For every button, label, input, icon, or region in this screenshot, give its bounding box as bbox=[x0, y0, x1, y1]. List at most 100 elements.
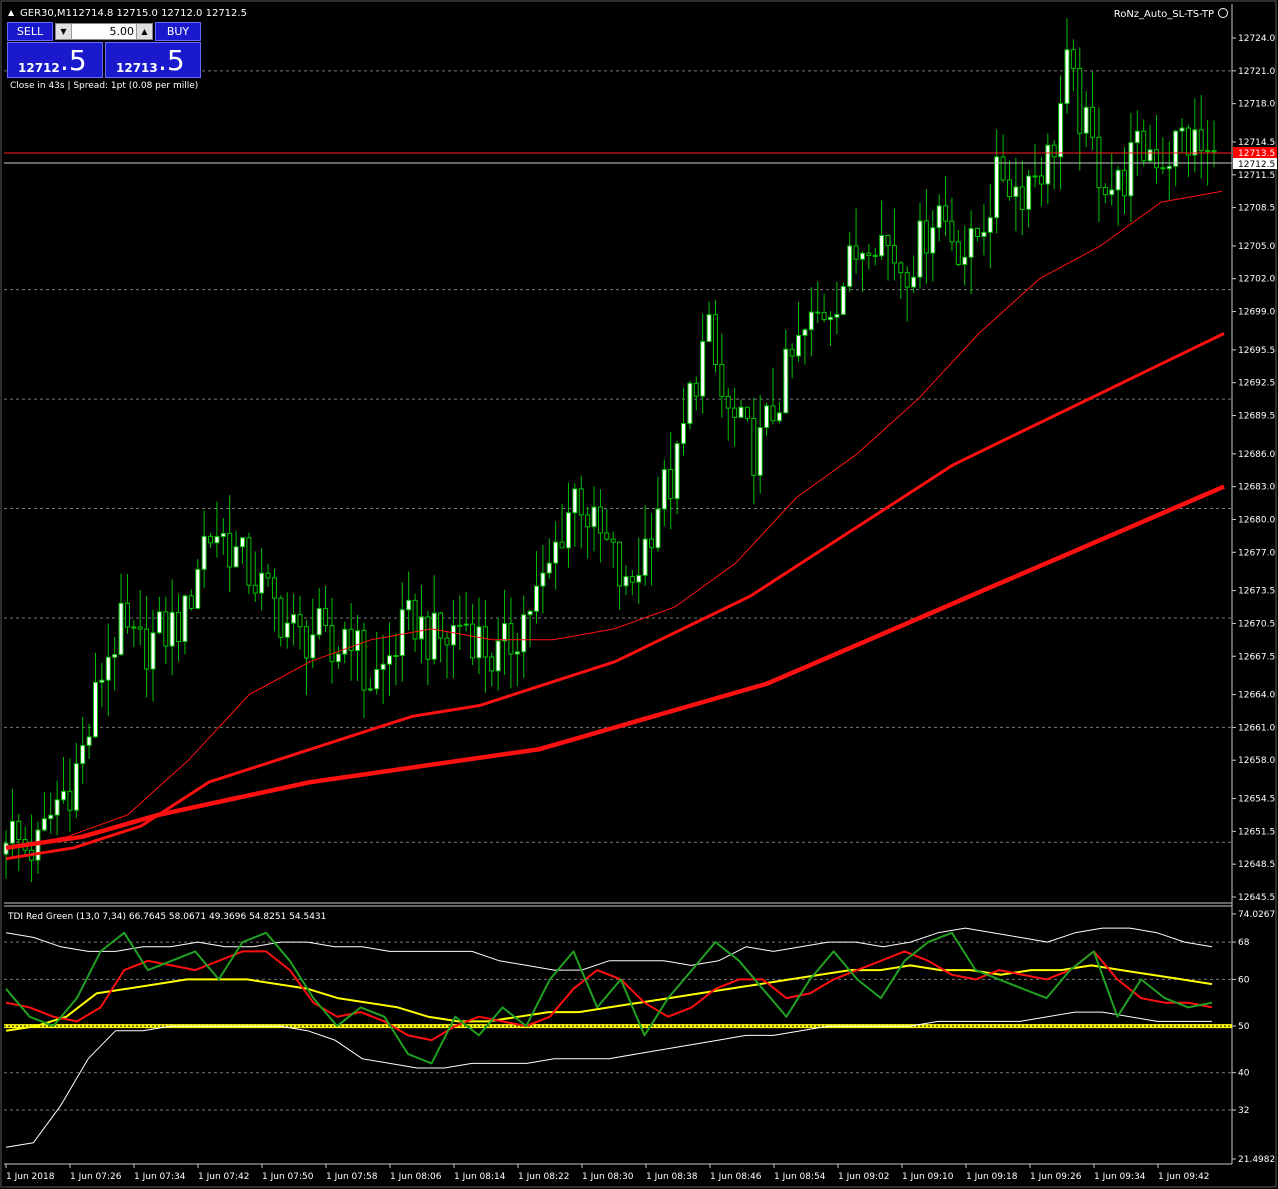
header-arrow-icon[interactable]: ▲ bbox=[8, 8, 15, 17]
candle-body bbox=[412, 599, 418, 640]
lot-decrease-icon[interactable]: ▼ bbox=[56, 24, 72, 39]
time-tick-label: 1 Jun 09:02 bbox=[838, 1172, 889, 1182]
candle-body bbox=[1205, 149, 1211, 152]
candle-body bbox=[335, 653, 341, 663]
candle-body bbox=[374, 668, 380, 690]
candle-body bbox=[502, 623, 508, 642]
candle-body bbox=[48, 814, 54, 820]
candle-body bbox=[1096, 136, 1102, 189]
time-tick-label: 1 Jun 08:22 bbox=[518, 1172, 569, 1182]
price-tick-label: 12654.5 bbox=[1238, 795, 1275, 805]
candle-body bbox=[438, 612, 444, 639]
time-tick-label: 1 Jun 07:34 bbox=[134, 1172, 186, 1182]
candle-body bbox=[457, 624, 463, 627]
candle-body bbox=[776, 412, 782, 422]
candle-body bbox=[891, 245, 897, 264]
candle-body bbox=[904, 272, 910, 288]
candle-body bbox=[278, 597, 284, 638]
candle-body bbox=[789, 348, 795, 357]
sell-button[interactable]: SELL bbox=[7, 22, 53, 41]
candle-body bbox=[719, 364, 725, 397]
candle-body bbox=[310, 634, 316, 659]
candle-body bbox=[930, 227, 936, 254]
tdi-label: TDI Red Green (13,0 7,34) 66.7645 58.067… bbox=[7, 912, 326, 922]
time-tick-label: 1 Jun 07:50 bbox=[262, 1172, 314, 1182]
candle-body bbox=[1032, 175, 1038, 178]
candle-body bbox=[1000, 156, 1006, 181]
candle-body bbox=[751, 417, 757, 476]
time-tick-label: 1 Jun 09:42 bbox=[1158, 1172, 1209, 1182]
candle-body bbox=[1134, 130, 1140, 144]
tdi-tick-label: 74.0267 bbox=[1238, 910, 1275, 920]
candle-body bbox=[386, 655, 392, 665]
candle-body bbox=[681, 423, 687, 445]
candlestick-series bbox=[3, 18, 1217, 883]
lot-size-field[interactable]: ▼ 5.00 ▲ bbox=[55, 23, 153, 40]
candle-body bbox=[355, 630, 361, 652]
symbol-label: GER30,M1 bbox=[20, 8, 72, 19]
price-tick-label: 12721.0 bbox=[1238, 67, 1275, 77]
lot-increase-icon[interactable]: ▲ bbox=[136, 24, 152, 39]
candle-body bbox=[67, 790, 73, 811]
candle-body bbox=[169, 611, 175, 647]
price-tick-label: 12667.5 bbox=[1238, 652, 1275, 662]
candle-body bbox=[150, 632, 156, 670]
candle-body bbox=[73, 763, 79, 811]
tdi-tick-label: 60 bbox=[1238, 975, 1250, 985]
candle-body bbox=[1160, 167, 1166, 170]
time-tick-label: 1 Jun 07:42 bbox=[198, 1172, 249, 1182]
candle-body bbox=[527, 610, 533, 616]
candle-body bbox=[853, 245, 859, 260]
buy-price-main: 12713 bbox=[116, 61, 158, 75]
candle-body bbox=[623, 576, 629, 587]
candle-body bbox=[1019, 186, 1025, 210]
price-tick-label: 12692.5 bbox=[1238, 379, 1275, 389]
tdi-tick-label: 21.4982 bbox=[1238, 1155, 1275, 1165]
candle-body bbox=[1026, 175, 1032, 210]
candle-body bbox=[99, 679, 105, 683]
price-tick-label: 12677.0 bbox=[1238, 548, 1275, 558]
moving-average-line bbox=[5, 190, 1223, 849]
candle-body bbox=[968, 227, 974, 258]
candle-body bbox=[936, 205, 942, 229]
smiley-icon bbox=[1218, 8, 1228, 18]
candle-body bbox=[227, 532, 233, 568]
candle-body bbox=[482, 626, 488, 658]
candle-body bbox=[1122, 169, 1128, 197]
candle-body bbox=[610, 538, 616, 543]
lot-size-value: 5.00 bbox=[109, 25, 135, 38]
candle-body bbox=[1064, 49, 1070, 105]
candle-body bbox=[105, 656, 111, 681]
ohlc-readout: 12714.8 12715.0 12712.0 12712.5 bbox=[72, 8, 247, 19]
one-click-trade-panel: SELL ▼ 5.00 ▲ BUY 12712 .5 12713 .5 bbox=[7, 22, 201, 78]
candle-body bbox=[981, 231, 987, 237]
moving-average-line bbox=[5, 332, 1225, 861]
buy-price-button[interactable]: 12713 .5 bbox=[105, 42, 201, 78]
sell-price-button[interactable]: 12712 .5 bbox=[7, 42, 103, 78]
candle-body bbox=[629, 576, 635, 583]
price-tick-label: 12718.0 bbox=[1238, 100, 1275, 110]
candle-body bbox=[725, 395, 731, 409]
candle-body bbox=[1198, 129, 1204, 151]
tdi-tick-label: 32 bbox=[1238, 1106, 1249, 1116]
candle-body bbox=[661, 469, 667, 510]
time-tick-label: 1 Jun 09:10 bbox=[902, 1172, 954, 1182]
candle-body bbox=[182, 595, 188, 643]
candle-body bbox=[642, 538, 648, 576]
candle-body bbox=[124, 602, 130, 628]
tdi-lines bbox=[5, 927, 1213, 1148]
candle-body bbox=[9, 820, 15, 844]
buy-button[interactable]: BUY bbox=[155, 22, 201, 41]
candle-body bbox=[399, 609, 405, 657]
price-tick-label: 12648.5 bbox=[1238, 860, 1275, 870]
candle-body bbox=[1192, 129, 1198, 156]
candle-body bbox=[16, 820, 22, 840]
candle-body bbox=[118, 602, 124, 656]
candle-body bbox=[233, 546, 239, 568]
price-tick-label: 12670.5 bbox=[1238, 619, 1275, 629]
candle-body bbox=[1058, 103, 1064, 158]
current-price-tag-label: 12712.5 bbox=[1238, 160, 1275, 170]
candle-body bbox=[764, 405, 770, 429]
time-tick-label: 1 Jun 2018 bbox=[6, 1172, 55, 1182]
candle-body bbox=[617, 541, 623, 587]
